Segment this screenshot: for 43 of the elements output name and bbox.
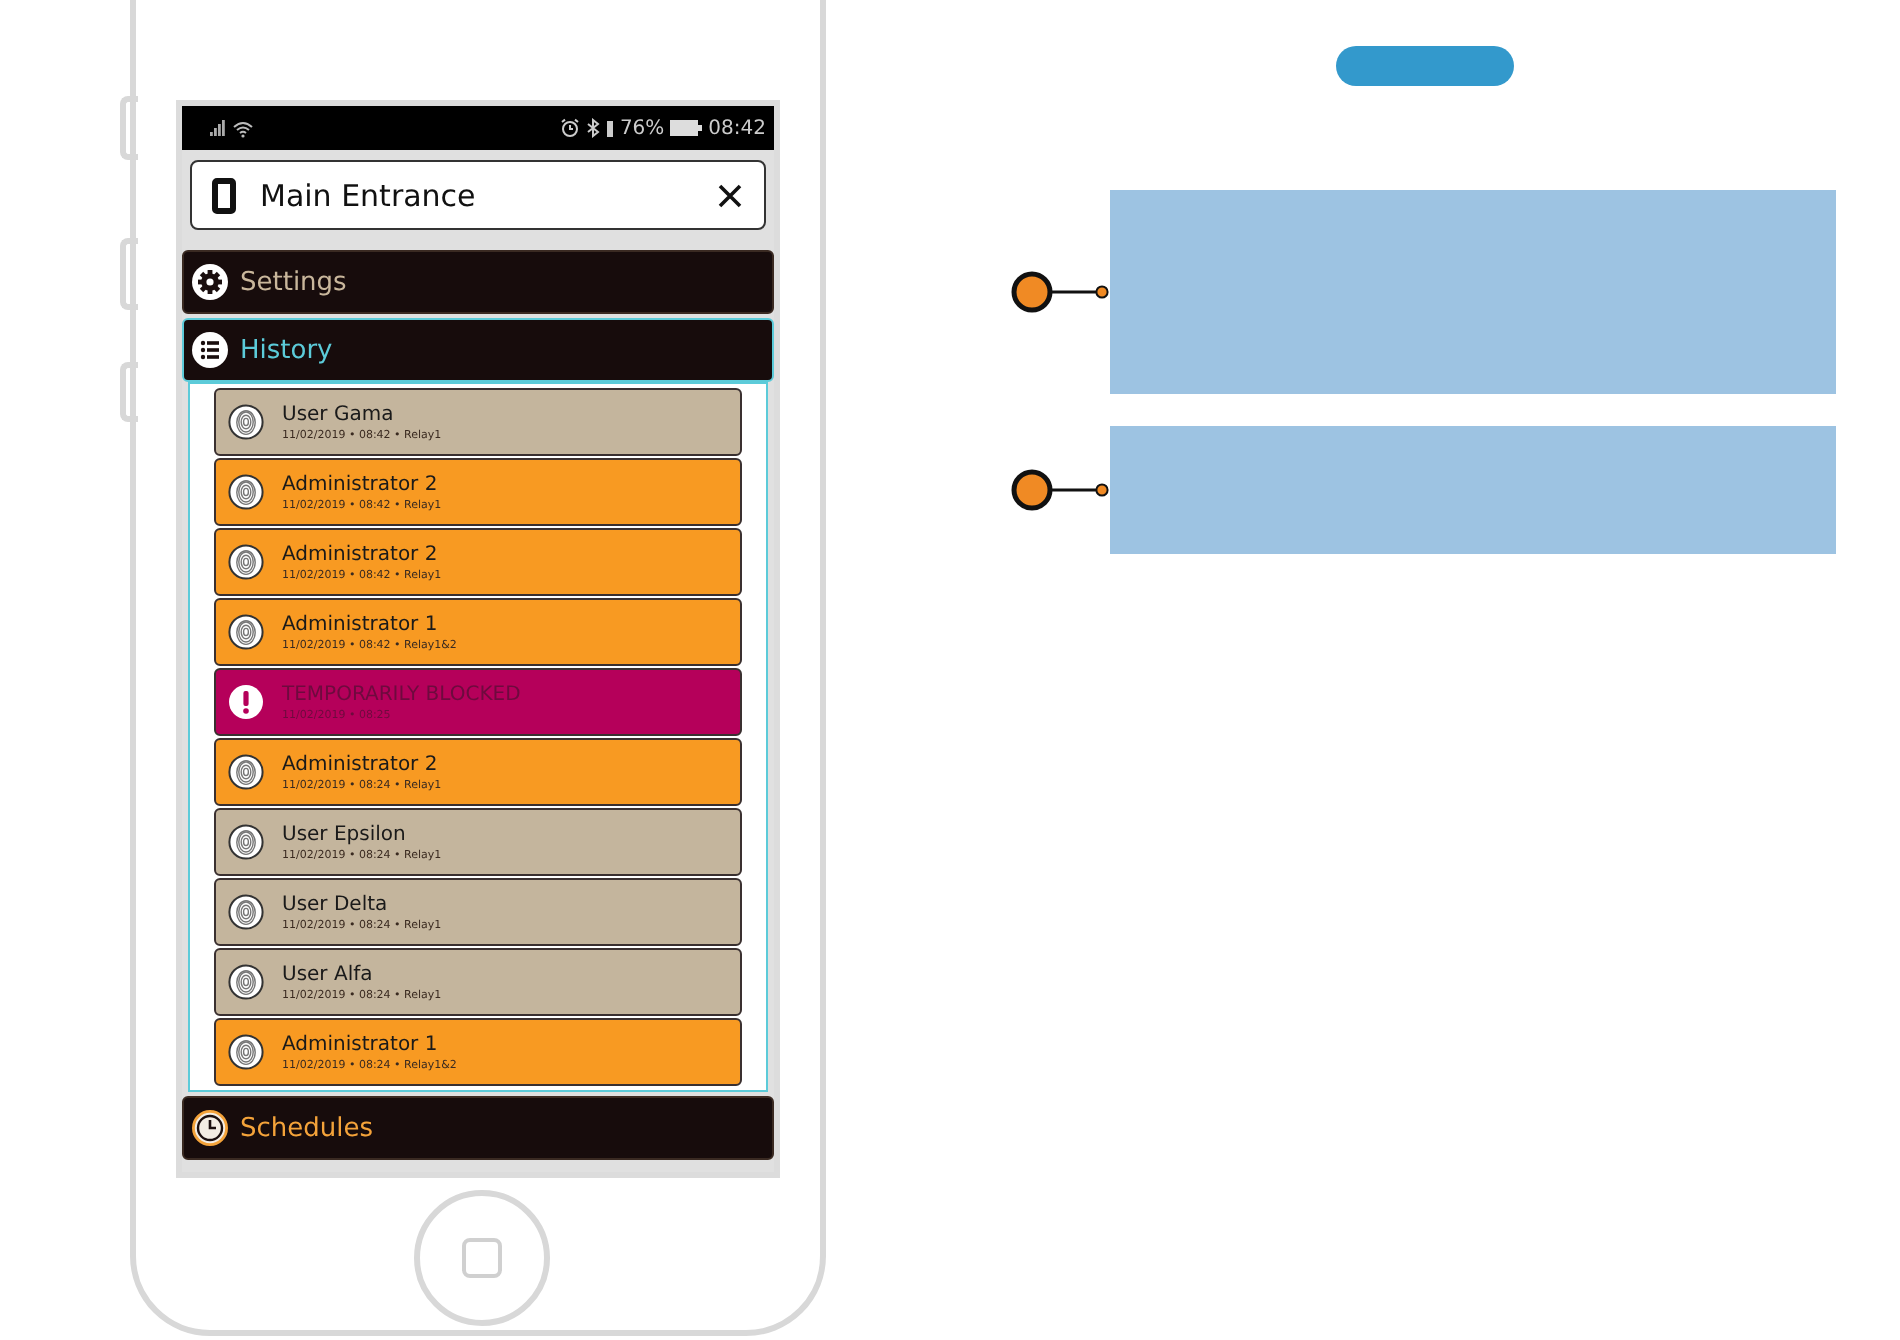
event-name: User Epsilon — [282, 823, 408, 845]
gear-icon — [192, 264, 228, 300]
callout-marker-icon — [1010, 468, 1110, 512]
fingerprint-icon — [228, 1034, 264, 1070]
fingerprint-icon — [228, 404, 264, 440]
event-name: TEMPORARILY BLOCKED — [282, 683, 521, 705]
side-button[interactable] — [120, 96, 138, 160]
event-name: User Gama — [282, 403, 396, 425]
fingerprint-icon — [228, 614, 264, 650]
callout-marker-icon — [1010, 270, 1110, 314]
fingerprint-icon — [228, 824, 264, 860]
section-header[interactable]: Settings — [182, 250, 774, 314]
phone-icon — [212, 177, 236, 213]
fingerprint-icon — [228, 544, 264, 580]
clock-icon — [192, 1110, 228, 1146]
fingerprint-icon — [228, 754, 264, 790]
event-name: Administrator 2 — [282, 473, 440, 495]
device-title: Main Entrance — [260, 177, 478, 213]
event-name: User Delta — [282, 893, 390, 915]
battery-percent: 76% — [619, 117, 665, 139]
battery-icon — [670, 120, 703, 136]
wifi-icon — [232, 119, 254, 137]
event-name: Administrator 2 — [282, 543, 440, 565]
clock-time: 08:42 — [708, 117, 766, 139]
side-button[interactable] — [120, 238, 138, 310]
section-header[interactable]: Schedules — [182, 1096, 774, 1160]
home-button[interactable] — [414, 1190, 550, 1326]
battery-level-icon — [605, 119, 614, 137]
side-button[interactable] — [120, 362, 138, 422]
fingerprint-icon — [228, 964, 264, 1000]
event-name: Administrator 1 — [282, 1033, 440, 1055]
event-name: Administrator 1 — [282, 613, 440, 635]
alarm-icon — [559, 118, 580, 138]
fingerprint-icon — [228, 474, 264, 510]
exclamation-icon — [228, 684, 264, 720]
event-name: Administrator 2 — [282, 753, 440, 775]
event-name: User Alfa — [282, 963, 375, 985]
close-icon[interactable] — [716, 181, 744, 209]
signal-icon — [210, 120, 226, 136]
section-header[interactable]: History — [182, 318, 774, 382]
bluetooth-icon — [585, 118, 600, 138]
fingerprint-icon — [228, 894, 264, 930]
list-icon — [192, 332, 228, 368]
